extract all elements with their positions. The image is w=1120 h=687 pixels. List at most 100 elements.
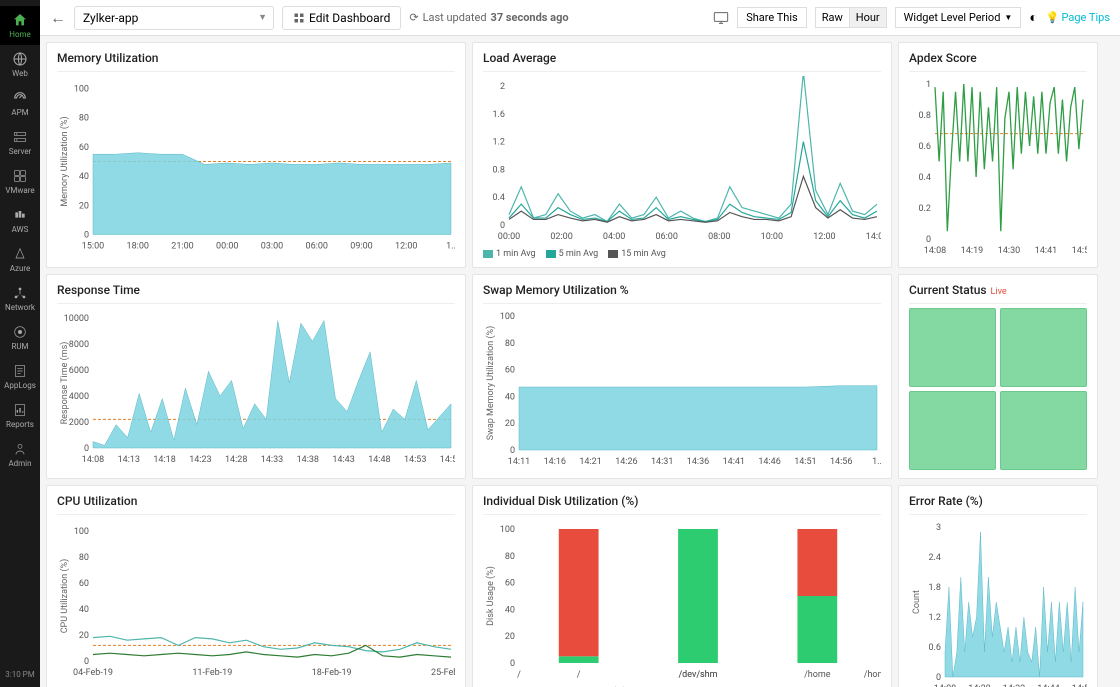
svg-text:11-Feb-19: 11-Feb-19 bbox=[192, 668, 232, 678]
status-box[interactable] bbox=[909, 308, 996, 387]
widget-load: Load Average 00.40.81.21.6200:0002:0004:… bbox=[472, 42, 892, 268]
page-tips-link[interactable]: 💡Page Tips bbox=[1046, 11, 1110, 24]
svg-text:12:00: 12:00 bbox=[395, 242, 417, 252]
svg-text:09:00: 09:00 bbox=[350, 242, 372, 252]
svg-text:1..: 1.. bbox=[446, 242, 455, 252]
svg-text:18-Feb-19: 18-Feb-19 bbox=[312, 668, 352, 678]
svg-text:60: 60 bbox=[79, 143, 89, 153]
dashboard-icon bbox=[293, 12, 305, 24]
svg-text:0.2: 0.2 bbox=[919, 204, 932, 214]
widget-title: Swap Memory Utilization % bbox=[483, 283, 881, 304]
edit-dashboard-button[interactable]: Edit Dashboard bbox=[282, 6, 401, 30]
svg-text:14:48: 14:48 bbox=[368, 455, 390, 465]
widget-period-selector[interactable]: Widget Level Period▼ bbox=[895, 7, 1022, 28]
widget-title: Apdex Score bbox=[909, 51, 1087, 72]
app-selector[interactable]: Zylker-app bbox=[74, 6, 274, 30]
status-box[interactable] bbox=[1000, 308, 1087, 387]
sidebar: Home Web APM Server VMware AWS Azure Net… bbox=[0, 0, 40, 687]
dashboard-grid: Memory Utilization 020406080100Memory Ut… bbox=[40, 36, 1120, 687]
svg-text:18:00: 18:00 bbox=[127, 242, 149, 252]
svg-text:06:00: 06:00 bbox=[306, 242, 328, 252]
svg-text:Swap Memory Utilization (%): Swap Memory Utilization (%) bbox=[485, 326, 496, 441]
svg-text:6000: 6000 bbox=[69, 366, 89, 376]
widget-title: Response Time bbox=[57, 283, 455, 304]
svg-text:00:00: 00:00 bbox=[216, 242, 238, 252]
hour-button[interactable]: Hour bbox=[850, 7, 887, 28]
load-legend: 1 min Avg 5 min Avg 15 min Avg bbox=[483, 249, 881, 259]
svg-text:100: 100 bbox=[74, 85, 89, 95]
svg-text:14:41: 14:41 bbox=[1035, 246, 1057, 256]
svg-text:14:51: 14:51 bbox=[794, 457, 816, 467]
svg-text:20: 20 bbox=[505, 632, 515, 642]
svg-text:0.4: 0.4 bbox=[493, 193, 506, 203]
svg-text:14:52: 14:52 bbox=[1072, 246, 1087, 256]
svg-text:60: 60 bbox=[505, 366, 515, 376]
status-box[interactable] bbox=[909, 391, 996, 470]
svg-text:/dev/shm: /dev/shm bbox=[678, 670, 717, 680]
tv-icon[interactable] bbox=[713, 11, 729, 25]
dark-mode-toggle[interactable]: ◐ bbox=[1029, 9, 1037, 26]
svg-text:80: 80 bbox=[79, 553, 89, 563]
sidebar-item-applogs[interactable]: AppLogs bbox=[0, 357, 40, 396]
sidebar-item-azure[interactable]: Azure bbox=[0, 240, 40, 279]
svg-text:8000: 8000 bbox=[69, 340, 89, 350]
svg-text:20: 20 bbox=[79, 201, 89, 211]
sidebar-item-vmware[interactable]: VMware bbox=[0, 162, 40, 201]
svg-text:14:11: 14:11 bbox=[508, 457, 530, 467]
svg-text:60: 60 bbox=[505, 579, 515, 589]
svg-text:14:36: 14:36 bbox=[687, 457, 709, 467]
svg-text:04-Feb-19: 04-Feb-19 bbox=[73, 668, 113, 678]
widget-cpu: CPU Utilization 020406080100CPU Utilizat… bbox=[46, 485, 466, 687]
raw-button[interactable]: Raw bbox=[815, 7, 850, 28]
svg-text:14:53: 14:53 bbox=[404, 455, 426, 465]
back-arrow-icon[interactable]: ← bbox=[50, 8, 66, 28]
topbar: ← Zylker-app Edit Dashboard ⟳ Last updat… bbox=[40, 0, 1120, 36]
svg-text:14:08: 14:08 bbox=[924, 246, 946, 256]
sidebar-item-rum[interactable]: RUM bbox=[0, 318, 40, 357]
svg-text:14:08: 14:08 bbox=[82, 455, 104, 465]
svg-text:0.4: 0.4 bbox=[919, 173, 932, 183]
svg-text:80: 80 bbox=[505, 339, 515, 349]
svg-text:2: 2 bbox=[500, 82, 505, 92]
svg-text:06:00: 06:00 bbox=[656, 232, 678, 242]
svg-text:14:16: 14:16 bbox=[544, 457, 566, 467]
refresh-icon: ⟳ bbox=[409, 11, 418, 24]
sidebar-item-network[interactable]: Network bbox=[0, 279, 40, 318]
sidebar-item-reports[interactable]: Reports bbox=[0, 396, 40, 435]
svg-text:0.8: 0.8 bbox=[919, 111, 932, 121]
svg-text:04:00: 04:00 bbox=[603, 232, 625, 242]
svg-text:0.6: 0.6 bbox=[919, 142, 932, 152]
status-box[interactable] bbox=[1000, 391, 1087, 470]
svg-text:20: 20 bbox=[505, 419, 515, 429]
cpu-chart: 020406080100CPU Utilization (%)04-Feb-19… bbox=[57, 519, 455, 685]
error-chart: 00.61.21.82.43Count14:0814:2014:3214:441… bbox=[909, 519, 1087, 687]
widget-status: Current StatusLive bbox=[898, 274, 1098, 479]
sidebar-item-server[interactable]: Server bbox=[0, 123, 40, 162]
svg-text:1.6: 1.6 bbox=[493, 110, 506, 120]
apdex-chart: 00.20.40.60.8114:0814:1914:3014:4114:52 bbox=[909, 76, 1087, 259]
svg-text:80: 80 bbox=[505, 552, 515, 562]
widget-memory: Memory Utilization 020406080100Memory Ut… bbox=[46, 42, 466, 268]
svg-text:25-Feb-19: 25-Feb-19 bbox=[431, 668, 455, 678]
svg-text:/: / bbox=[517, 670, 521, 680]
svg-text:14:21: 14:21 bbox=[579, 457, 601, 467]
share-button[interactable]: Share This bbox=[737, 7, 807, 28]
widget-title: CPU Utilization bbox=[57, 494, 455, 515]
svg-text:14:28: 14:28 bbox=[225, 455, 247, 465]
sidebar-item-web[interactable]: Web bbox=[0, 45, 40, 84]
memory-chart: 020406080100Memory Utilization (%)15:001… bbox=[57, 76, 455, 259]
svg-text:14:13: 14:13 bbox=[118, 455, 140, 465]
disk-chart: 020406080100Disk Usage (%)//dev/shm/home… bbox=[483, 519, 881, 685]
sidebar-item-aws[interactable]: AWS bbox=[0, 201, 40, 240]
svg-text:40: 40 bbox=[79, 172, 89, 182]
svg-text:03:00: 03:00 bbox=[261, 242, 283, 252]
svg-text:20: 20 bbox=[79, 631, 89, 641]
sidebar-item-home[interactable]: Home bbox=[0, 6, 40, 45]
svg-text:2.4: 2.4 bbox=[929, 553, 942, 563]
sidebar-item-admin[interactable]: Admin bbox=[0, 435, 40, 474]
svg-text:14:56: 14:56 bbox=[830, 457, 852, 467]
last-updated[interactable]: ⟳ Last updated 37 seconds ago bbox=[409, 11, 568, 24]
svg-text:40: 40 bbox=[79, 605, 89, 615]
svg-text:0.6: 0.6 bbox=[929, 643, 942, 653]
sidebar-item-apm[interactable]: APM bbox=[0, 84, 40, 123]
